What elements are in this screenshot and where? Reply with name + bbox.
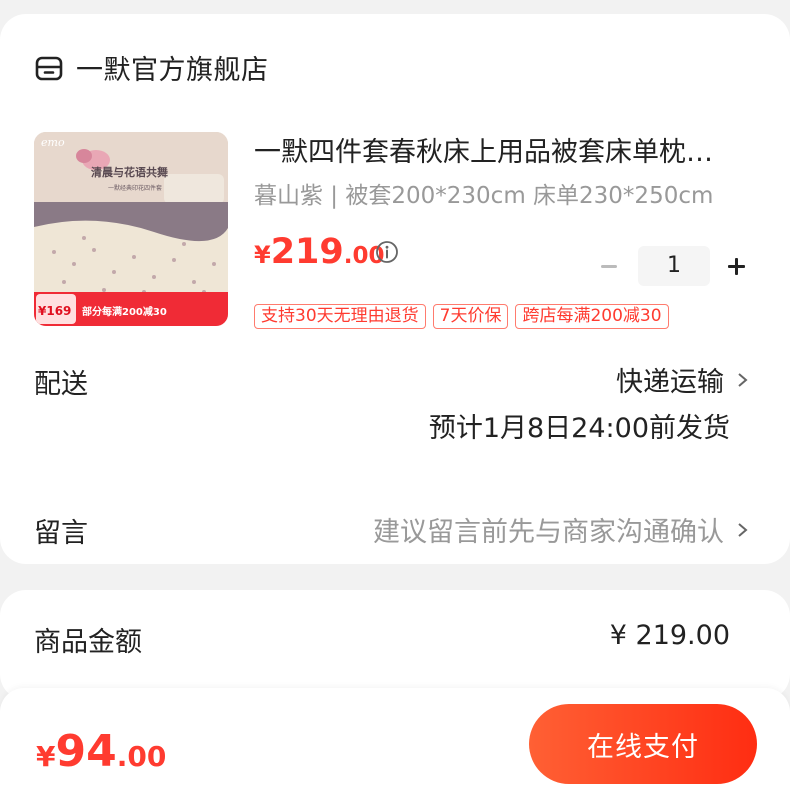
delivery-eta: 预计1月8日24:00前发货	[428, 413, 730, 444]
price-currency: ¥	[254, 241, 271, 269]
chevron-right-icon	[738, 372, 748, 387]
delivery-method: 快递运输	[616, 367, 724, 398]
message-label: 留言	[34, 518, 88, 549]
thumb-promo-text: 部分每满200减30	[82, 305, 167, 318]
message-placeholder: 建议留言前先与商家沟通确认	[373, 517, 724, 548]
shop-header[interactable]: 一默官方旗舰店	[34, 48, 269, 87]
checkout-bar: ¥ 94 .00 在线支付	[0, 688, 790, 800]
service-tag: 7天价保	[432, 304, 509, 329]
service-tag: 支持30天无理由退货	[254, 304, 426, 329]
quantity-input[interactable]: 1	[638, 246, 710, 286]
price-integer: 219	[270, 232, 344, 272]
quantity-increase-button[interactable]	[716, 246, 756, 286]
total-price: ¥ 94 .00	[36, 726, 166, 777]
quantity-stepper: 1	[596, 246, 756, 286]
thumb-promo-price: ¥169	[38, 304, 71, 318]
order-card: 一默官方旗舰店 emo 清晨与花语共舞 一默经典印花四件套 ¥169 部分每满2…	[0, 14, 790, 564]
thumb-headline: 清晨与花语共舞	[91, 165, 168, 179]
thumb-subline: 一默经典印花四件套	[108, 184, 162, 192]
chevron-right-icon	[738, 522, 748, 537]
pay-online-button[interactable]: 在线支付	[529, 704, 757, 784]
goods-amount-label: 商品金额	[34, 627, 142, 658]
product-title[interactable]: 一默四件套春秋床上用品被套床单枕…	[254, 130, 764, 169]
shop-name: 一默官方旗舰店	[76, 55, 269, 86]
total-integer: 94	[55, 726, 117, 777]
info-icon[interactable]	[375, 240, 399, 264]
service-tag: 跨店每满200减30	[515, 304, 669, 329]
delivery-label: 配送	[34, 369, 88, 400]
store-icon	[35, 56, 63, 80]
total-currency: ¥	[36, 740, 56, 773]
product-thumbnail[interactable]: emo 清晨与花语共舞 一默经典印花四件套 ¥169 部分每满200减30	[34, 132, 228, 326]
message-field[interactable]: 建议留言前先与商家沟通确认	[373, 510, 750, 549]
service-tags: 支持30天无理由退货 7天价保 跨店每满200减30	[254, 304, 676, 329]
goods-amount-value: ¥ 219.00	[609, 620, 730, 651]
quantity-decrease-button[interactable]	[596, 246, 622, 286]
product-spec[interactable]: 暮山紫 | 被套200*230cm 床单230*250cm	[254, 176, 764, 210]
thumb-brand: emo	[41, 136, 65, 149]
amount-card: 商品金额 ¥ 219.00	[0, 590, 790, 700]
total-decimal: .00	[116, 740, 167, 773]
product-price: ¥ 219 .00	[254, 232, 385, 272]
product-image: emo 清晨与花语共舞 一默经典印花四件套 ¥169 部分每满200减30	[34, 132, 228, 326]
delivery-method-selector[interactable]: 快递运输	[616, 360, 750, 399]
